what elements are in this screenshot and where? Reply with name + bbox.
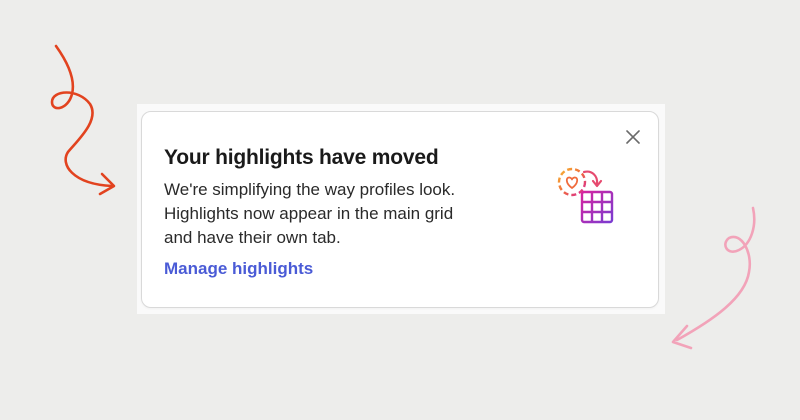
- card-description: We're simplifying the way profiles look.…: [164, 178, 524, 250]
- decorative-arrow-left: [50, 44, 116, 196]
- highlights-moved-card: Your highlights have moved We're simplif…: [141, 111, 659, 308]
- highlights-grid-icon: [552, 162, 618, 228]
- description-line: and have their own tab.: [164, 228, 341, 247]
- card-title: Your highlights have moved: [164, 146, 439, 169]
- description-line: We're simplifying the way profiles look.: [164, 180, 456, 199]
- manage-highlights-link[interactable]: Manage highlights: [164, 259, 313, 279]
- close-icon[interactable]: [623, 127, 643, 147]
- description-line: Highlights now appear in the main grid: [164, 204, 454, 223]
- decorative-arrow-right: [671, 206, 756, 350]
